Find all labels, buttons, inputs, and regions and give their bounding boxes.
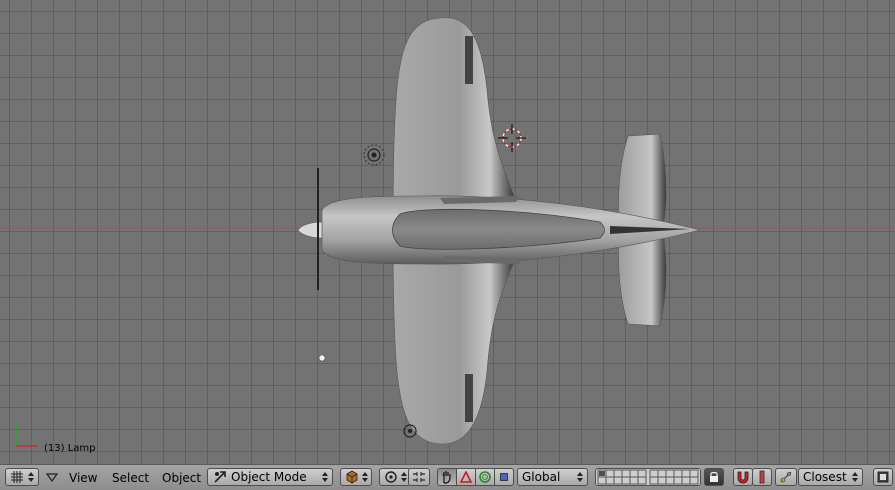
- lamp-object[interactable]: [363, 144, 385, 166]
- menu-view[interactable]: View: [69, 471, 97, 485]
- mode-dropdown[interactable]: Object Mode: [207, 468, 333, 486]
- layers-icon: [596, 469, 700, 485]
- 3d-viewport[interactable]: (13) Lamp: [0, 0, 895, 464]
- scale-manipulator-button[interactable]: [494, 468, 514, 486]
- pivot-point-align-button[interactable]: [408, 468, 430, 486]
- updown-arrow-icon: [361, 472, 368, 482]
- rotate-icon: [479, 471, 491, 483]
- proportional-edit-icon: [413, 472, 425, 482]
- scene-view: [0, 17, 895, 447]
- snap-target-label: Closest: [803, 470, 847, 484]
- menu-object[interactable]: Object: [162, 471, 201, 485]
- translate-manipulator-button[interactable]: [456, 468, 476, 486]
- snap-element-button[interactable]: [752, 468, 772, 486]
- layers-selector[interactable]: [595, 468, 701, 486]
- mode-label: Object Mode: [231, 470, 307, 484]
- updown-arrow-icon: [852, 472, 858, 482]
- updown-arrow-icon: [577, 472, 583, 482]
- triangle-down-icon[interactable]: [46, 473, 58, 483]
- grid-icon: [11, 471, 23, 483]
- editor-type-selector[interactable]: [5, 468, 39, 486]
- updown-arrow-icon: [400, 472, 407, 482]
- shading-selector[interactable]: [340, 468, 372, 486]
- updown-arrow-icon: [322, 472, 328, 482]
- menu-select[interactable]: Select: [112, 471, 149, 485]
- manipulator-toggle[interactable]: [437, 468, 457, 486]
- viewport-header: View Select Object Object Mode Global Cl…: [0, 464, 895, 490]
- lock-icon: [710, 471, 718, 482]
- orientation-dropdown[interactable]: Global: [517, 468, 588, 486]
- render-button[interactable]: [873, 468, 893, 486]
- snap-element-icon: [759, 470, 765, 484]
- snap-target-icon: [780, 471, 792, 483]
- translate-icon: [460, 471, 472, 483]
- pivot-selector[interactable]: [379, 468, 411, 486]
- empty-object: [318, 354, 326, 362]
- scale-icon: [500, 473, 508, 481]
- render-icon: [877, 471, 889, 483]
- rotate-manipulator-button[interactable]: [475, 468, 495, 486]
- snap-toggle[interactable]: [733, 468, 753, 486]
- axis-gizmo: [15, 424, 38, 447]
- snap-target-dropdown[interactable]: Closest: [798, 468, 863, 486]
- solid-shading-icon: [346, 470, 357, 484]
- hand-manipulator-icon: [442, 471, 451, 484]
- updown-arrow-icon: [28, 472, 34, 482]
- pivot-icon: [384, 471, 397, 483]
- object-label: (13) Lamp: [44, 443, 96, 454]
- magnet-icon: [737, 471, 749, 484]
- lock-layers-button[interactable]: [704, 468, 724, 486]
- object-mode-icon: [214, 471, 226, 483]
- orientation-label: Global: [522, 470, 561, 484]
- 3d-cursor: [498, 124, 526, 152]
- snap-target-icon-button[interactable]: [775, 468, 797, 486]
